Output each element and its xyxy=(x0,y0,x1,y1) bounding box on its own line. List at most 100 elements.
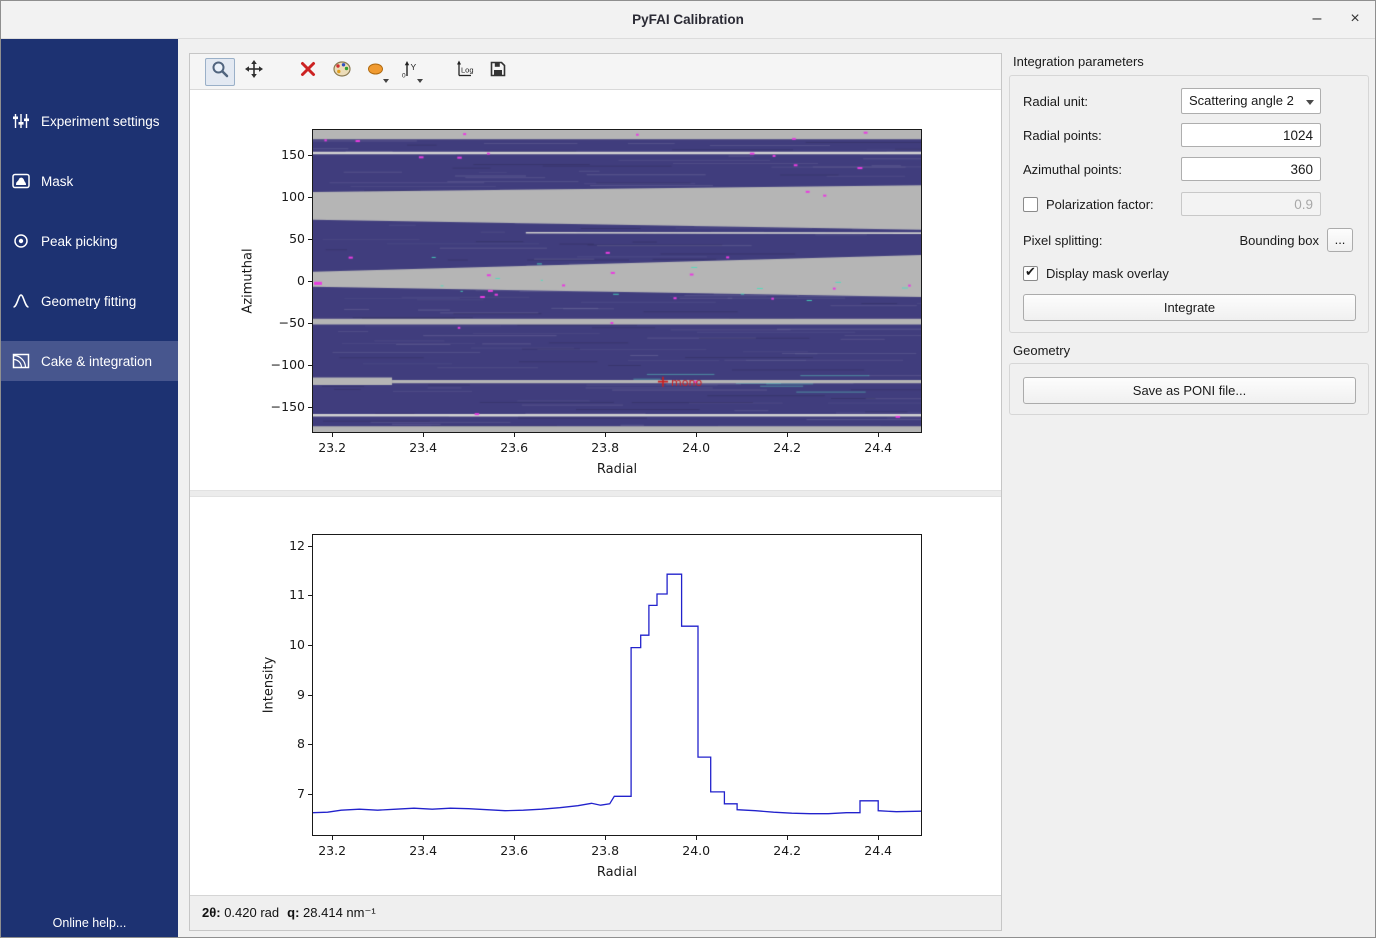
target-icon xyxy=(11,233,31,249)
sidebar-item-geometry-fitting[interactable]: Geometry fitting xyxy=(1,281,178,321)
x-axis-label: Radial xyxy=(597,462,637,477)
x-tick-label: 23.4 xyxy=(409,440,437,455)
x-tick-mark xyxy=(332,433,333,437)
q-value: 28.414 nm⁻¹ xyxy=(299,905,375,920)
clear-tool-button[interactable] xyxy=(293,58,323,86)
pixel-splitting-more-button[interactable]: ... xyxy=(1327,228,1353,252)
y-tick-mark xyxy=(308,407,312,408)
colormap-button[interactable] xyxy=(327,58,357,86)
cake-plot-area[interactable]: 23.223.423.623.824.024.224.4−150−100−500… xyxy=(190,90,1001,490)
sidebar-item-label: Cake & integration xyxy=(41,354,152,369)
y-axis-orientation-button[interactable]: Y0 xyxy=(395,58,425,86)
x-tick-mark xyxy=(514,836,515,840)
y-tick-mark xyxy=(308,155,312,156)
title-bar: PyFAI Calibration – × xyxy=(1,1,1375,39)
plot-splitter[interactable] xyxy=(190,490,1001,497)
mask-overlay-label: Display mask overlay xyxy=(1046,266,1169,281)
sidebar-item-label: Geometry fitting xyxy=(41,294,136,309)
x-tick-mark xyxy=(696,433,697,437)
dropdown-arrow-icon xyxy=(417,79,423,83)
move-arrows-icon xyxy=(245,60,263,83)
sidebar-item-experiment-settings[interactable]: Experiment settings xyxy=(1,101,178,141)
y-tick-label: −150 xyxy=(257,399,305,414)
x-tick-mark xyxy=(787,836,788,840)
azimuthal-points-input[interactable] xyxy=(1181,157,1321,181)
sliders-icon xyxy=(11,113,31,129)
x-tick-label: 23.6 xyxy=(500,440,528,455)
window-title: PyFAI Calibration xyxy=(1,1,1375,39)
online-help-link[interactable]: Online help... xyxy=(1,916,178,930)
x-tick-label: 24.0 xyxy=(682,843,710,858)
x-tick-label: 24.4 xyxy=(864,843,892,858)
x-tick-label: 23.2 xyxy=(318,440,346,455)
cake-image[interactable] xyxy=(313,130,921,432)
chevron-down-icon xyxy=(1306,100,1314,105)
mask-shape-tool-button[interactable] xyxy=(361,58,391,86)
x-tick-label: 23.8 xyxy=(591,440,619,455)
tth-label: 2θ: xyxy=(202,905,221,920)
x-tick-label: 23.8 xyxy=(591,843,619,858)
red-x-icon xyxy=(300,61,316,82)
sidebar-item-cake-integration[interactable]: Cake & integration xyxy=(1,341,178,381)
sidebar-item-peak-picking[interactable]: Peak picking xyxy=(1,221,178,261)
polarization-label: Polarization factor: xyxy=(1046,197,1154,212)
y-tick-label: 150 xyxy=(257,147,305,162)
status-bar: 2θ: 0.420 radq: 28.414 nm⁻¹ xyxy=(190,895,1001,930)
plot-widget: Y0 Log 23.2 23.4 23.6 23.8 24.0 24.2 24.4 −150 −… xyxy=(189,53,1002,931)
x-tick-mark xyxy=(514,433,515,437)
y-tick-mark xyxy=(308,645,312,646)
mask-overlay-checkbox[interactable] xyxy=(1023,266,1038,281)
y-tick-label: 11 xyxy=(257,587,305,602)
x-tick-label: 24.2 xyxy=(773,440,801,455)
zoom-tool-button[interactable] xyxy=(205,58,235,86)
geometry-title: Geometry xyxy=(1013,343,1070,358)
sidebar: Experiment settings Mask Peak picking Ge… xyxy=(1,39,178,937)
cake-integration-icon xyxy=(11,353,31,369)
polarization-checkbox[interactable] xyxy=(1023,197,1038,212)
y-tick-label: 0 xyxy=(257,273,305,288)
minimize-button[interactable]: – xyxy=(1302,1,1332,39)
svg-text:0: 0 xyxy=(402,73,406,79)
geometry-groupbox: Save as PONI file... xyxy=(1009,363,1369,415)
x-tick-mark xyxy=(605,836,606,840)
log-scale-button[interactable]: Log xyxy=(449,58,479,86)
x-tick-mark xyxy=(878,836,879,840)
sidebar-item-mask[interactable]: Mask xyxy=(1,161,178,201)
integration-panel: Integration parameters Radial unit: Scat… xyxy=(1002,39,1375,937)
radial-unit-combobox[interactable]: Scattering angle 2 xyxy=(1181,88,1321,114)
x-tick-mark xyxy=(696,836,697,840)
floppy-save-icon xyxy=(490,61,506,82)
dropdown-arrow-icon xyxy=(383,79,389,83)
x-tick-mark xyxy=(332,836,333,840)
y-tick-label: −50 xyxy=(257,315,305,330)
radial-unit-value: Scattering angle 2 xyxy=(1189,93,1294,108)
y-tick-mark xyxy=(308,239,312,240)
y-tick-mark xyxy=(308,323,312,324)
save-poni-button[interactable]: Save as PONI file... xyxy=(1023,377,1356,404)
sidebar-item-label: Peak picking xyxy=(41,234,118,249)
x-tick-mark xyxy=(605,433,606,437)
close-button[interactable]: × xyxy=(1340,1,1370,39)
profile-plot-area[interactable]: 23.223.423.623.824.024.224.4789101112Rad… xyxy=(190,497,1001,897)
pan-tool-button[interactable] xyxy=(239,58,269,86)
sidebar-item-label: Experiment settings xyxy=(41,114,160,129)
palette-icon xyxy=(333,61,351,82)
x-tick-label: 23.6 xyxy=(500,843,528,858)
pixel-splitting-label: Pixel splitting: xyxy=(1023,233,1102,248)
polarization-input[interactable] xyxy=(1181,192,1321,216)
x-tick-label: 24.2 xyxy=(773,843,801,858)
integrate-button[interactable]: Integrate xyxy=(1023,294,1356,321)
tth-value: 0.420 rad xyxy=(221,905,280,920)
y-tick-mark xyxy=(308,595,312,596)
x-tick-mark xyxy=(878,433,879,437)
radial-points-label: Radial points: xyxy=(1023,128,1102,143)
intensity-curve[interactable] xyxy=(313,535,921,835)
pixel-splitting-value: Bounding box xyxy=(1239,233,1319,248)
y-tick-label: 8 xyxy=(257,736,305,751)
plot-region: 23.223.423.623.824.024.224.4−150−100−500… xyxy=(190,90,1001,895)
save-button[interactable] xyxy=(483,58,513,86)
x-tick-label: 24.0 xyxy=(682,440,710,455)
y-axis-label: Intensity xyxy=(262,657,277,714)
log-axis-icon: Log xyxy=(454,60,474,83)
radial-points-input[interactable] xyxy=(1181,123,1321,147)
